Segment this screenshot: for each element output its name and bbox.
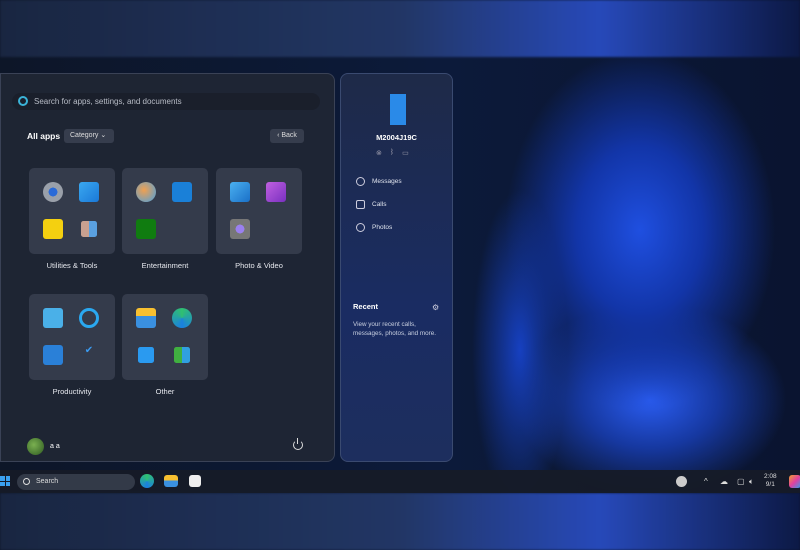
group-photo-video[interactable] [216,168,302,254]
xbox-icon [136,219,156,239]
get-help-icon [79,182,99,202]
gear-icon[interactable]: ⚙ [432,303,439,312]
phone-icon [356,200,365,209]
date: 9/1 [764,481,777,489]
blurred-background-top [0,0,800,57]
back-label: Back [281,132,297,139]
taskbar: Search ^ ☁ ▢ 🔈︎ 2:089/1 [0,470,800,493]
phone-image [390,94,406,125]
file-explorer-taskbar-icon[interactable] [164,475,178,487]
copilot-icon[interactable] [789,475,800,488]
edge-icon [172,308,192,328]
settings-icon [43,182,63,202]
group-utilities-tools[interactable] [29,168,115,254]
calls-item[interactable]: Calls [356,200,386,209]
group-label: Entertainment [115,261,215,270]
phone-link-panel: M2004J19C ⊗ ᛒ ▭ Messages Calls Photos Rece… [340,73,453,462]
battery-icon: ▭ [402,149,409,157]
windows-start-icon[interactable] [0,476,10,486]
taskbar-search-label: Search [36,478,58,485]
chevron-left-icon: ‹ [277,132,279,139]
user-account-button[interactable]: a a [27,438,60,455]
search-icon [23,478,30,485]
group-label: Photo & Video [209,261,309,270]
other-folder-icon [174,347,190,363]
chevron-up-icon[interactable]: ^ [704,477,708,486]
device-name: M2004J19C [341,133,452,142]
messages-item[interactable]: Messages [356,177,402,186]
group-other[interactable] [122,294,208,380]
category-dropdown[interactable]: Category ⌄ [64,129,114,143]
messages-label: Messages [372,178,402,185]
paint-icon [136,182,156,202]
store-taskbar-icon[interactable] [189,475,201,487]
video-editor-icon [172,182,192,202]
notepad-icon [43,308,63,328]
weather-icon[interactable] [676,476,687,487]
todo-icon: ✔ [79,345,99,365]
utilities-folder-icon [81,221,97,237]
group-label: Productivity [22,387,122,396]
edge-taskbar-icon[interactable] [140,474,154,488]
clock[interactable]: 2:089/1 [764,473,777,489]
group-label: Other [115,387,215,396]
taskbar-search[interactable]: Search [17,474,135,490]
all-apps-heading: All apps [27,131,60,141]
do-not-disturb-icon[interactable]: ⊗ [376,149,382,157]
chevron-down-icon: ⌄ [100,132,106,139]
search-placeholder: Search for apps, settings, and documents [34,97,182,106]
cortana-icon [79,308,99,328]
message-icon [356,177,365,186]
user-name: a a [50,443,60,450]
search-icon [18,96,28,106]
back-button[interactable]: ‹ Back [270,129,304,143]
power-icon[interactable] [293,440,303,450]
time: 2:08 [764,473,777,481]
sticky-notes-icon [43,219,63,239]
category-label: Category [70,132,98,139]
photos-label: Photos [372,224,392,231]
search-input[interactable]: Search for apps, settings, and documents [12,93,320,110]
start-menu: Search for apps, settings, and documents… [0,73,335,462]
calls-label: Calls [372,201,386,208]
calendar-icon [43,345,63,365]
group-entertainment[interactable] [122,168,208,254]
store-icon [138,347,154,363]
recent-description: View your recent calls, messages, photos… [353,320,445,338]
recent-heading: Recent [353,302,378,311]
file-explorer-icon [136,308,156,328]
volume-icon[interactable]: 🔈︎ [749,477,754,487]
photos-item[interactable]: Photos [356,223,392,232]
avatar [27,438,44,455]
photos-icon [230,182,250,202]
network-icon[interactable]: ▢ [737,477,745,486]
photo-icon [356,223,365,232]
blurred-background-bottom [0,493,800,550]
bluetooth-icon[interactable]: ᛒ [390,149,394,157]
group-productivity[interactable]: ✔ [29,294,115,380]
clipchamp-icon [266,182,286,202]
camera-icon [230,219,250,239]
group-label: Utilities & Tools [22,261,122,270]
onedrive-icon[interactable]: ☁ [720,477,728,486]
